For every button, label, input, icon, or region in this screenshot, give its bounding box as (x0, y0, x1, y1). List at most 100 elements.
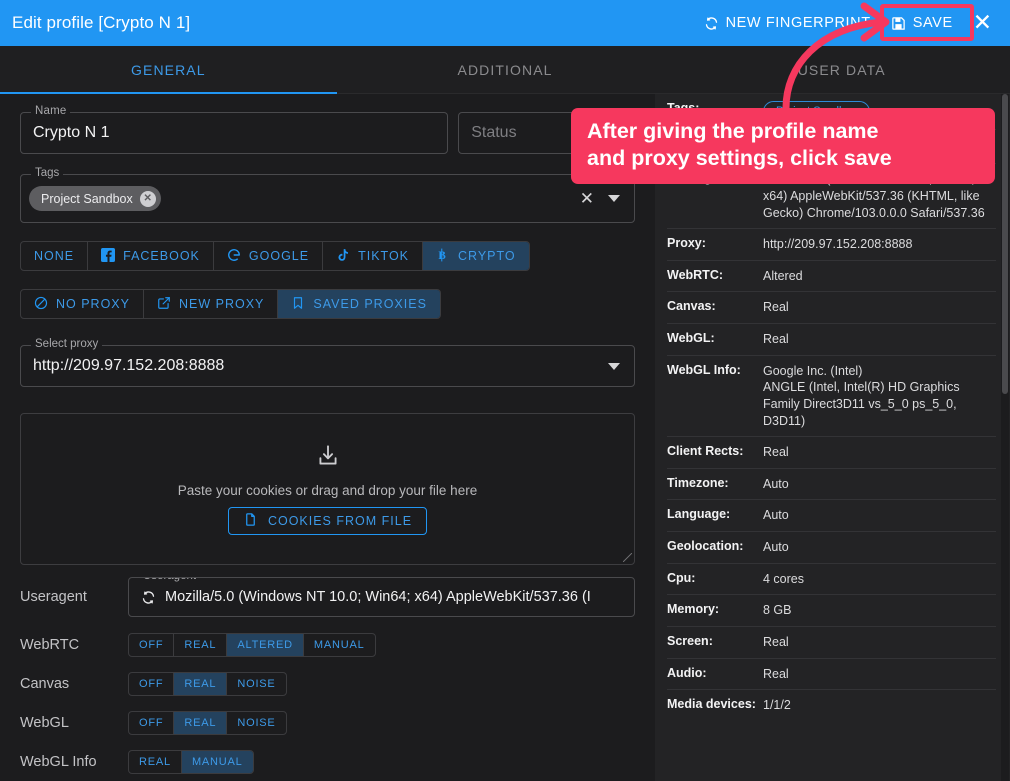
useragent-field[interactable]: Useragent Mozilla/5.0 (Windows NT 10.0; … (128, 577, 635, 617)
webgl-info-option-real[interactable]: REAL (129, 750, 182, 773)
new-fingerprint-button[interactable]: NEW FINGERPRINT (694, 9, 881, 37)
category-crypto-label: CRYPTO (458, 249, 516, 263)
info-row-key: Canvas: (667, 299, 716, 314)
category-none-label: NONE (34, 249, 75, 263)
info-row-value: Real (763, 437, 996, 469)
webrtc-option-altered[interactable]: ALTERED (227, 633, 304, 656)
tab-general[interactable]: GENERAL (0, 46, 337, 94)
info-row-value: Auto (763, 532, 996, 564)
info-row-value-line: Real (763, 445, 789, 460)
webgl-off-label: OFF (139, 716, 164, 729)
summary-scrollbar[interactable] (1001, 94, 1009, 781)
webrtc-manual-label: MANUAL (313, 638, 365, 651)
info-row: WebGL Info: Google Inc. (Intel) ANGLE (Int… (667, 355, 996, 437)
info-row-key: Language: (667, 507, 731, 522)
info-row-key: Audio: (667, 665, 707, 680)
download-icon (315, 443, 341, 474)
info-row-key: Client Rects: (667, 444, 744, 459)
profile-name-field[interactable]: Name Crypto N 1 (20, 105, 449, 154)
info-row: Client Rects: Real (667, 436, 996, 469)
window-title: Edit profile [Crypto N 1] (12, 13, 191, 32)
select-proxy-dropdown[interactable]: Select proxy http://209.97.152.208:8888 (20, 338, 635, 387)
proxy-new-proxy-label: NEW PROXY (179, 297, 265, 311)
refresh-icon[interactable] (141, 590, 156, 605)
info-row-value-line: Auto (763, 540, 789, 554)
info-row: Timezone: Auto (667, 468, 996, 500)
webgl-noise-label: NOISE (237, 716, 276, 729)
webgl-info-manual-label: MANUAL (191, 755, 243, 768)
category-button-group: NONE FACEBOOK GOOGLE TIKTOK B CRYPTO (20, 241, 530, 271)
tags-legend: Tags (31, 167, 64, 179)
webgl-option-off[interactable]: OFF (129, 711, 175, 734)
webgl-option-real[interactable]: REAL (174, 711, 228, 734)
category-button-facebook[interactable]: FACEBOOK (88, 242, 214, 270)
info-row-value-line: ANGLE (Intel, Intel(R) HD Graphics Famil… (763, 380, 960, 428)
tag-chip-remove-icon[interactable]: ✕ (139, 190, 156, 207)
webrtc-option-off[interactable]: OFF (129, 633, 175, 656)
save-button[interactable]: SAVE (881, 9, 963, 37)
resize-handle[interactable] (623, 553, 632, 562)
webrtc-option-real[interactable]: REAL (174, 633, 228, 656)
info-row-value-line: http://209.97.152.208:8888 (763, 237, 913, 252)
titlebar-actions: NEW FINGERPRINT SAVE ✕ (694, 0, 1010, 46)
canvas-option-noise[interactable]: NOISE (227, 673, 285, 695)
useragent-value: Mozilla/5.0 (Windows NT 10.0; Win64; x64… (165, 589, 591, 605)
tab-additional[interactable]: ADDITIONAL (337, 46, 674, 93)
edit-profile-window: Edit profile [Crypto N 1] NEW FINGERPRIN… (0, 0, 1010, 781)
webrtc-option-manual[interactable]: MANUAL (304, 634, 375, 656)
proxy-mode-row: NO PROXY NEW PROXY SAVED PROXIES (0, 271, 655, 319)
info-row-key: Geolocation: (667, 539, 744, 553)
tags-clear-icon[interactable]: ✕ (580, 190, 594, 207)
floppy-save-icon (891, 16, 906, 31)
tags-field[interactable]: Tags Project Sandbox ✕ ✕ (20, 167, 635, 223)
chevron-down-icon[interactable] (608, 195, 620, 202)
webgl-info-row: WebGL Info REAL MANUAL (0, 742, 655, 781)
info-row-key: Screen: (667, 633, 713, 648)
close-window-icon[interactable]: ✕ (963, 7, 1002, 40)
settings-form-pane: Name Crypto N 1 Status Tags Project Sand… (0, 94, 655, 781)
info-row: Geolocation: Auto (667, 531, 996, 564)
webgl-button-group: OFF REAL NOISE (128, 710, 287, 735)
window-titlebar: Edit profile [Crypto N 1] NEW FINGERPRIN… (0, 0, 1010, 46)
canvas-option-off[interactable]: OFF (129, 672, 175, 695)
webgl-real-label: REAL (184, 716, 217, 729)
info-row-value-line: 1/1/2 (763, 698, 791, 713)
select-proxy-legend: Select proxy (31, 338, 103, 350)
webgl-info-option-manual[interactable]: MANUAL (181, 750, 253, 773)
bookmark-icon (291, 296, 305, 313)
profile-name-value: Crypto N 1 (33, 124, 110, 141)
tab-user-data[interactable]: USER DATA (673, 46, 1010, 93)
canvas-option-real[interactable]: REAL (174, 672, 228, 695)
info-row: Language: Auto (667, 499, 996, 532)
proxy-button-no-proxy[interactable]: NO PROXY (21, 290, 144, 318)
cookies-from-file-button[interactable]: COOKIES FROM FILE (227, 507, 428, 535)
category-button-tiktok[interactable]: TIKTOK (323, 242, 424, 270)
tab-user-data-label: USER DATA (797, 61, 886, 78)
category-button-crypto[interactable]: B CRYPTO (423, 242, 529, 270)
webgl-option-noise[interactable]: NOISE (227, 712, 285, 734)
chevron-down-icon[interactable] (608, 362, 620, 370)
select-proxy-value: http://209.97.152.208:8888 (33, 357, 225, 374)
proxy-button-saved-proxies[interactable]: SAVED PROXIES (278, 290, 440, 318)
webrtc-altered-label: ALTERED (237, 638, 293, 651)
useragent-row-label: Useragent (20, 589, 87, 605)
proxy-button-new-proxy[interactable]: NEW PROXY (144, 290, 279, 318)
info-row-value-line: Auto (763, 508, 789, 523)
info-row-value-line: Google Inc. (Intel) (763, 363, 863, 378)
info-row-key: Timezone: (667, 475, 729, 490)
category-button-none[interactable]: NONE (21, 242, 89, 270)
webgl-info-real-label: REAL (139, 755, 171, 768)
webgl-label: WebGL (20, 714, 69, 731)
summary-scrollbar-thumb[interactable] (1002, 94, 1008, 394)
canvas-button-group: OFF REAL NOISE (128, 671, 287, 696)
tag-chip[interactable]: Project Sandbox ✕ (29, 186, 161, 211)
tags-actions: ✕ (580, 190, 626, 207)
info-row-key: WebGL Info: (667, 362, 741, 377)
category-button-google[interactable]: GOOGLE (214, 242, 324, 270)
cookies-dropzone[interactable]: Paste your cookies or drag and drop your… (20, 413, 635, 565)
info-row: Cpu: 4 cores (667, 563, 996, 595)
webgl-info-label: WebGL Info (20, 753, 97, 770)
canvas-label: Canvas (20, 675, 70, 692)
info-row: Media devices: 1/1/2 (667, 689, 996, 721)
proxy-mode-button-group: NO PROXY NEW PROXY SAVED PROXIES (20, 289, 441, 319)
